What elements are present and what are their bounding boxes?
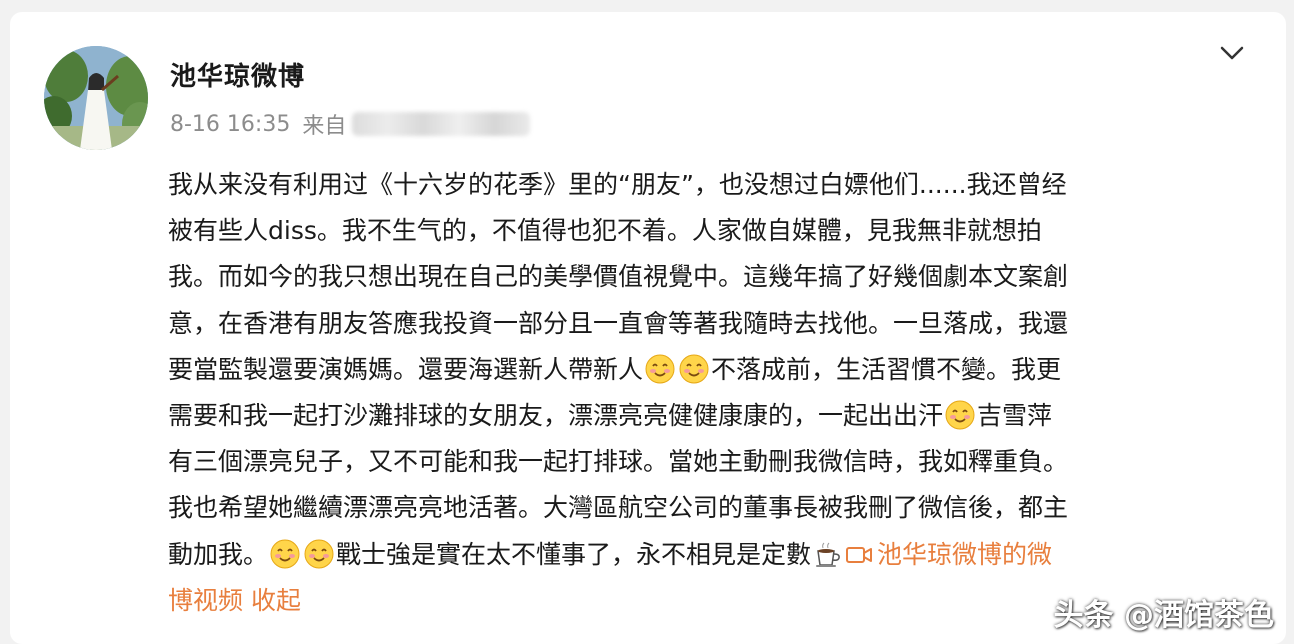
blurred-source	[352, 112, 531, 136]
video-link-continued[interactable]: 博视频	[168, 586, 243, 615]
text-line: 我。而如今的我只想出現在自己的美學價值視覺中。這幾年搞了好幾個劇本文案創	[168, 262, 1069, 292]
post-time[interactable]: 8-16 16:35	[170, 112, 290, 137]
avatar[interactable]	[44, 46, 148, 150]
video-icon	[846, 546, 873, 563]
text-line: 需要和我一起打沙灘排球的女朋友，漂漂亮亮健健康康的，一起出出汗 吉雪萍	[168, 400, 1053, 431]
text-line: 被有些人diss。我不生气的，不值得也犯不着。人家做自媒體，見我無非就想拍	[168, 216, 1042, 246]
coffee-emoji-icon	[816, 542, 840, 567]
chevron-down-icon[interactable]	[1218, 42, 1246, 64]
smile-emoji-icon	[679, 354, 709, 384]
video-link[interactable]: 池华琼微博的微	[845, 540, 1052, 569]
text-line: 要當監製還要演媽媽。還要海選新人帶新人 不落成前，生活習慣不變。我更	[168, 354, 1062, 384]
text-line: 有三個漂亮兒子，又不可能和我一起打排球。當她主動刪我微信時，我如釋重負。	[168, 447, 1069, 477]
text-line: 意，在香港有朋友答應我投資一部分且一直會等著我隨時去找他。一旦落成，我還	[168, 308, 1069, 338]
post-text: 我从来没有利用过《十六岁的花季》里的“朋友”，也没想过白嫖他们......我还曾…	[168, 162, 1258, 624]
post-meta: 8-16 16:35 来自	[170, 110, 531, 139]
smile-emoji-icon	[645, 354, 675, 384]
text-line: 我也希望她繼續漂漂亮亮地活著。大灣區航空公司的董事長被我刪了微信後，都主	[168, 493, 1069, 523]
smile-emoji-icon	[945, 400, 975, 430]
smile-emoji-icon	[304, 539, 334, 569]
user-name[interactable]: 池华琼微博	[170, 56, 305, 93]
text-line: 動加我。 戰士強是實在太不懂事了，永不相見是定數 池华琼微博的微	[168, 539, 1053, 569]
text-line: 我从来没有利用过《十六岁的花季》里的“朋友”，也没想过白嫖他们......我还曾…	[168, 170, 1067, 199]
source-prefix: 来自	[302, 114, 347, 139]
collapse-button[interactable]: 收起	[251, 586, 301, 615]
smile-emoji-icon	[270, 539, 300, 569]
watermark: 头条 @酒馆茶色	[1053, 598, 1274, 633]
